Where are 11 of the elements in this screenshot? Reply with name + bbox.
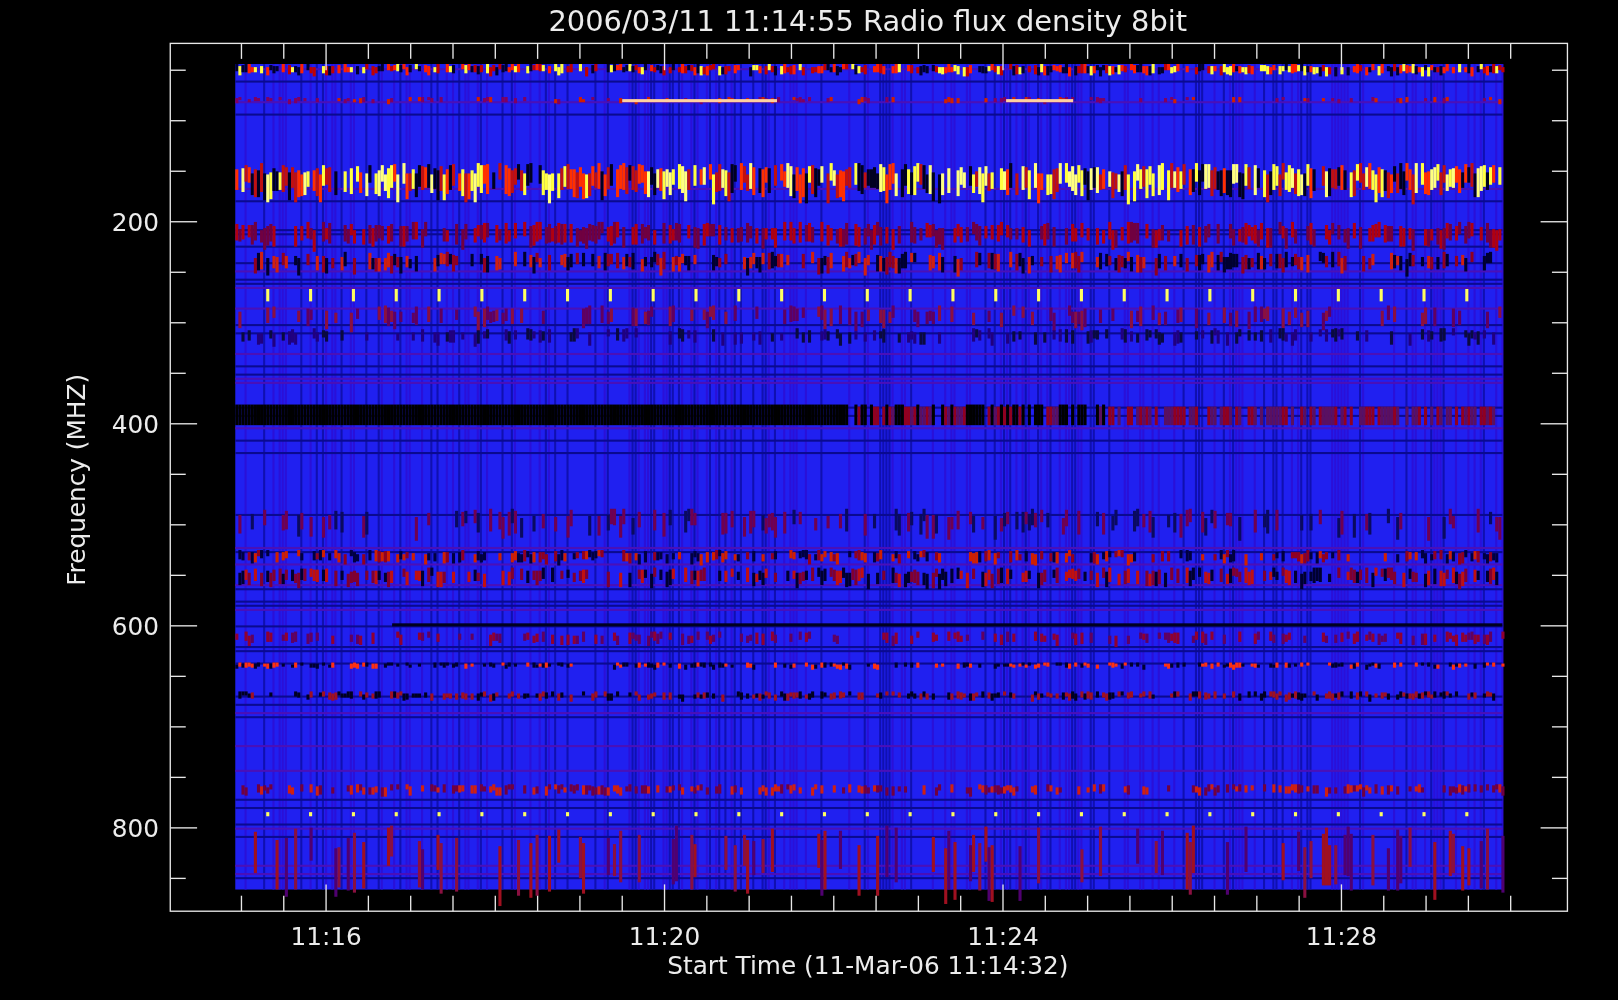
axis-tick-label: 200 xyxy=(111,208,159,238)
axis-tick-label: 11:16 xyxy=(290,922,362,952)
axis-title: Start Time (11-Mar-06 11:14:32) xyxy=(667,951,1069,981)
axis-tick-label: 11:20 xyxy=(628,922,701,952)
axis-tick-label: 400 xyxy=(111,410,159,440)
axis-tick-label: 600 xyxy=(111,612,159,642)
axis-tick-label: 800 xyxy=(111,814,159,843)
axis-tick-label: 11:28 xyxy=(1305,922,1378,952)
chart-title: 2006/03/11 11:14:55 Radio flux density 8bit xyxy=(548,4,1188,38)
axis-tick-label: 11:24 xyxy=(967,922,1039,952)
axis-title: Frequency (MHZ) xyxy=(61,373,91,586)
